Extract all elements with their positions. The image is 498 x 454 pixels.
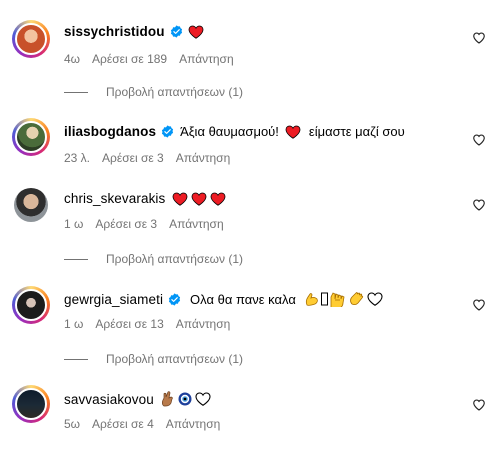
reply-button[interactable]: Απάντηση xyxy=(176,151,231,165)
red-heart-emoji xyxy=(210,192,226,206)
comment-username[interactable]: iliasbogdanos xyxy=(64,124,156,139)
view-replies-button[interactable]: Προβολή απαντήσεων (1) xyxy=(64,352,243,366)
avatar[interactable] xyxy=(14,188,48,222)
verified-badge-icon xyxy=(161,125,174,138)
comment-time: 5ω xyxy=(64,417,81,431)
comment-text: Ολα θα πανε καλα xyxy=(190,291,296,307)
view-replies-label: Προβολή απαντήσεων (1) xyxy=(106,352,244,366)
comment-item: iliasbogdanos Άξια θαυμασμού! είμαστε μα… xyxy=(0,100,498,180)
verified-badge-icon xyxy=(170,25,183,38)
reply-button[interactable]: Απάντηση xyxy=(179,52,234,66)
heart-outline-icon[interactable] xyxy=(472,31,486,45)
reply-button[interactable]: Απάντηση xyxy=(166,417,221,431)
comment-username[interactable]: gewrgia_siameti xyxy=(64,292,163,307)
comment-item: gewrgia_siameti Ολα θα πανε καλα 1 ω Αρέ… xyxy=(0,280,498,370)
comment-likes-count[interactable]: Αρέσει σε 13 xyxy=(95,317,163,331)
view-replies-label: Προβολή απαντήσεων (1) xyxy=(106,85,244,99)
comment-time: 4ω xyxy=(64,52,81,66)
crossed-fingers-emoji xyxy=(161,391,175,407)
avatar[interactable] xyxy=(12,286,50,324)
view-replies-button[interactable]: Προβολή απαντήσεων (1) xyxy=(64,85,243,99)
reply-button[interactable]: Απάντηση xyxy=(169,217,224,231)
comment-likes-count[interactable]: Αρέσει σε 4 xyxy=(92,417,154,431)
view-replies-button[interactable]: Προβολή απαντήσεων (1) xyxy=(64,252,243,266)
comment-username[interactable]: savvasiakovou xyxy=(64,392,154,407)
unknown-emoji-icon xyxy=(320,292,328,306)
comment-likes-count[interactable]: Αρέσει σε 3 xyxy=(95,217,157,231)
view-replies-label: Προβολή απαντήσεων (1) xyxy=(106,252,244,266)
white-heart-emoji xyxy=(195,392,211,406)
comment-item: savvasiakovou 5ω Αρέσει σε 4 Απάντηση xyxy=(0,370,498,454)
comment-text: Άξια θαυμασμού! xyxy=(180,124,279,139)
heart-outline-icon[interactable] xyxy=(472,398,486,412)
comment-item: sissychristidou 4ω Αρέσει σε 189 Απάντησ… xyxy=(0,0,498,100)
flexed-biceps-emoji xyxy=(304,291,320,307)
red-heart-emoji xyxy=(191,192,207,206)
verified-badge-icon xyxy=(168,292,181,306)
comment-text-continued: είμαστε μαζί σου xyxy=(308,124,405,139)
avatar[interactable] xyxy=(12,385,50,423)
heart-outline-icon[interactable] xyxy=(472,298,486,312)
comment-username[interactable]: chris_skevarakis xyxy=(64,191,165,206)
comment-username[interactable]: sissychristidou xyxy=(64,24,165,39)
comment-time: 23 λ. xyxy=(64,151,91,165)
clapping-hands-emoji xyxy=(349,291,365,307)
white-heart-emoji xyxy=(367,292,383,306)
red-heart-emoji xyxy=(285,125,301,139)
red-heart-emoji xyxy=(188,25,204,39)
comment-time: 1 ω xyxy=(64,217,84,231)
raising-hands-emoji xyxy=(329,291,347,307)
heart-outline-icon[interactable] xyxy=(472,133,486,147)
avatar[interactable] xyxy=(12,118,50,156)
comment-time: 1 ω xyxy=(64,317,84,331)
comment-item: chris_skevarakis 1 ω Αρέσει σε 3 Απάντησ… xyxy=(0,180,498,280)
reply-button[interactable]: Απάντηση xyxy=(176,317,231,331)
red-heart-emoji xyxy=(172,192,188,206)
nazar-amulet-emoji xyxy=(178,392,192,406)
avatar[interactable] xyxy=(12,20,50,58)
heart-outline-icon[interactable] xyxy=(472,198,486,212)
comment-likes-count[interactable]: Αρέσει σε 189 xyxy=(92,52,167,66)
comment-likes-count[interactable]: Αρέσει σε 3 xyxy=(102,151,164,165)
